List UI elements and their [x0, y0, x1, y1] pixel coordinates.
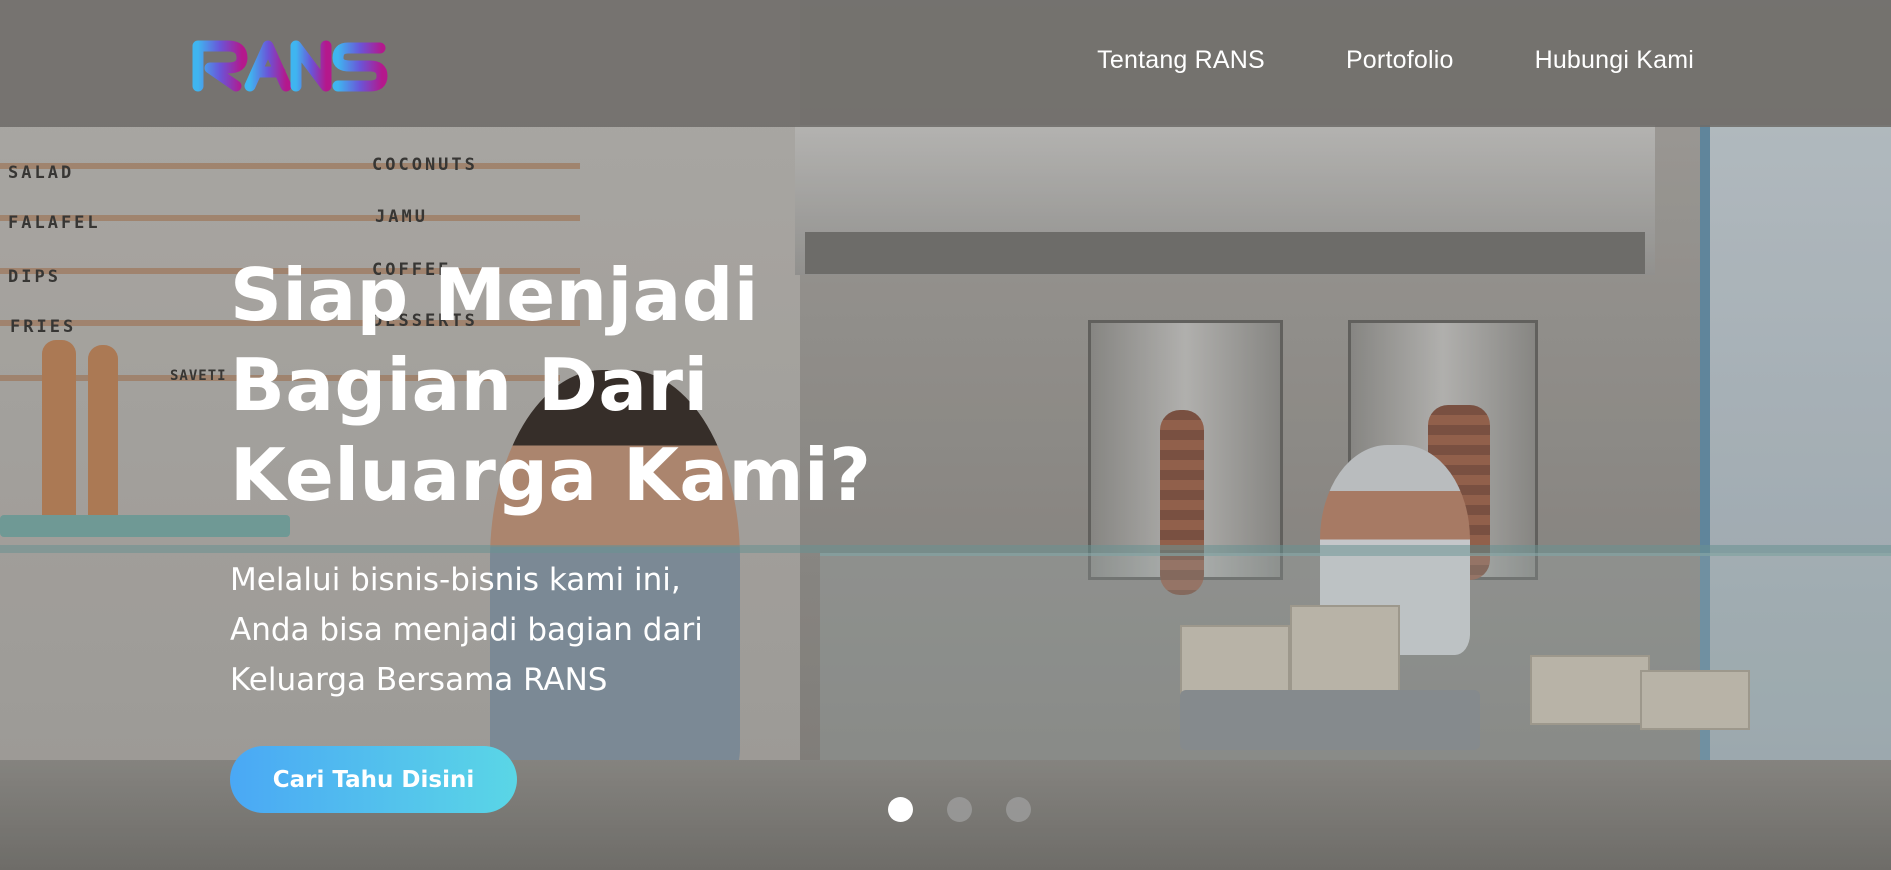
nav-link-tentang-rans[interactable]: Tentang RANS: [1097, 46, 1265, 75]
carousel-dot-2[interactable]: [947, 797, 972, 822]
cari-tahu-button[interactable]: Cari Tahu Disini: [230, 746, 517, 813]
carousel-dot-3[interactable]: [1006, 797, 1031, 822]
nav-link-portofolio[interactable]: Portofolio: [1346, 46, 1454, 75]
main-nav: Tentang RANS Portofolio Hubungi Kami: [1097, 46, 1694, 75]
hero-headline: Siap Menjadi Bagian Dari Keluarga Kami?: [230, 250, 930, 520]
hero-subtext-line: Keluarga Bersama RANS: [230, 662, 608, 698]
top-navbar: Tentang RANS Portofolio Hubungi Kami: [0, 0, 1891, 127]
nav-link-hubungi-kami[interactable]: Hubungi Kami: [1535, 46, 1694, 75]
hero-subtext-line: Melalui bisnis-bisnis kami ini,: [230, 562, 681, 598]
hero-headline-line: Siap Menjadi: [230, 253, 759, 337]
hero-headline-line: Bagian Dari: [230, 343, 709, 427]
rans-logo-icon: [192, 40, 388, 92]
carousel-indicators: [888, 797, 1031, 822]
hero-subtext-line: Anda bisa menjadi bagian dari: [230, 612, 703, 648]
hero-headline-line: Keluarga Kami?: [230, 433, 872, 517]
carousel-dot-1[interactable]: [888, 797, 913, 822]
hero-subtext: Melalui bisnis-bisnis kami ini, Anda bis…: [230, 555, 850, 705]
rans-logo[interactable]: [190, 36, 430, 92]
